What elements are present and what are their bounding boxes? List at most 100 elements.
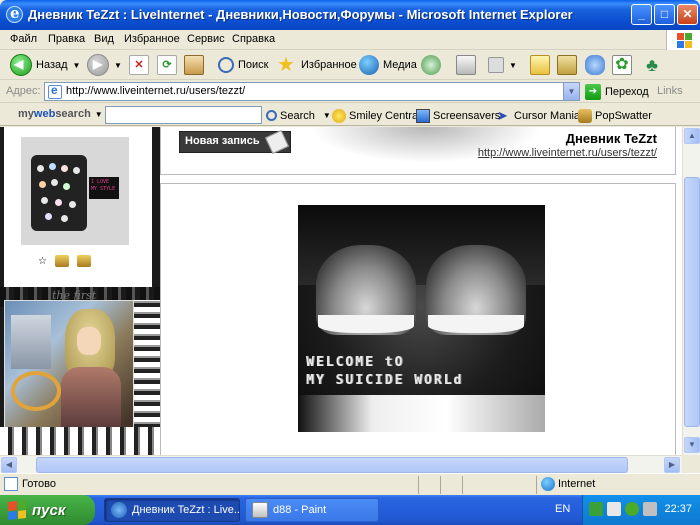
- back-arrow-icon: [10, 54, 32, 76]
- scrollbar-corner: [682, 455, 700, 473]
- icq-button[interactable]: ✿: [612, 53, 632, 77]
- print-button[interactable]: [456, 53, 476, 77]
- diary-title[interactable]: Дневник TeZzt: [566, 131, 657, 146]
- menu-edit[interactable]: Правка: [48, 33, 85, 45]
- refresh-button[interactable]: ⟳: [157, 53, 177, 77]
- menu-tools[interactable]: Сервис: [187, 33, 225, 45]
- screensavers-button[interactable]: Screensavers: [416, 107, 500, 124]
- history-icon: [421, 55, 441, 75]
- post-caption-line-2: MY SUICIDE WORLd: [306, 373, 464, 388]
- scroll-left-arrow-icon[interactable]: ◀: [1, 457, 17, 473]
- post-image: WELCOME tO MY SUICIDE WORLd: [298, 205, 545, 432]
- main-content: Новая запись Дневник TeZzt http://www.li…: [160, 127, 682, 455]
- chevron-down-icon[interactable]: ▼: [323, 111, 331, 120]
- clipboard-icon: [557, 55, 577, 75]
- history-button[interactable]: [421, 53, 441, 77]
- send-message-icon[interactable]: [54, 255, 69, 267]
- back-button[interactable]: Назад ▼: [10, 53, 80, 77]
- favorites-button[interactable]: ★ Избранное: [277, 53, 357, 77]
- chevron-down-icon[interactable]: ▼: [509, 61, 517, 70]
- menu-view[interactable]: Вид: [94, 33, 114, 45]
- taskbar-item-ie[interactable]: Дневник TeZzt : Live...: [104, 498, 240, 522]
- security-zone: Internet: [558, 478, 596, 490]
- edit-button[interactable]: ▼: [488, 53, 517, 77]
- start-button[interactable]: пуск: [0, 495, 95, 525]
- minimize-button[interactable]: _: [631, 4, 652, 25]
- smiley-central-button[interactable]: Smiley Central: [332, 107, 421, 124]
- diary-url-link[interactable]: http://www.liveinternet.ru/users/tezzt/: [478, 147, 657, 159]
- chevron-down-icon[interactable]: ▼: [114, 61, 122, 70]
- close-button[interactable]: ✕: [677, 4, 698, 25]
- ie-window: Дневник TeZzt : LiveInternet - Дневники,…: [0, 0, 700, 525]
- maximize-button[interactable]: □: [654, 4, 675, 25]
- menu-help[interactable]: Справка: [232, 33, 275, 45]
- home-button[interactable]: [184, 53, 204, 77]
- horizontal-scrollbar[interactable]: ◀ ▶: [0, 455, 682, 473]
- users-icon: ♣: [646, 55, 658, 75]
- globe-icon: [541, 477, 555, 491]
- chevron-down-icon[interactable]: ▼: [73, 61, 81, 70]
- page-icon: [4, 477, 18, 491]
- diary-header: Новая запись Дневник TeZzt http://www.li…: [160, 127, 676, 175]
- menu-favorites[interactable]: Избранное: [124, 33, 180, 45]
- search-input[interactable]: [105, 106, 262, 124]
- address-url[interactable]: http://www.liveinternet.ru/users/tezzt/: [66, 85, 245, 97]
- printer-icon: [456, 55, 476, 75]
- add-friend-icon[interactable]: [76, 255, 91, 267]
- anime-girl-image: [4, 300, 134, 430]
- profile-panel: I LOVE MY STYLE ☆: [4, 127, 152, 287]
- mywebsearch-logo[interactable]: mywebsearch ▼: [18, 108, 103, 120]
- messenger-button[interactable]: [585, 53, 605, 77]
- discuss-button[interactable]: [530, 53, 550, 77]
- forward-arrow-icon: [87, 54, 109, 76]
- system-tray: 22:37: [582, 495, 700, 525]
- cursor-mania-button[interactable]: ➤ Cursor Mania: [497, 107, 580, 124]
- horizontal-scroll-thumb[interactable]: [36, 457, 628, 473]
- note-icon: [530, 55, 550, 75]
- chevron-down-icon[interactable]: ▼: [563, 83, 579, 100]
- links-button[interactable]: Links: [657, 85, 683, 97]
- sidebar: I LOVE MY STYLE ☆ the first: [0, 127, 160, 455]
- users-button[interactable]: ♣: [642, 53, 662, 77]
- research-button[interactable]: [557, 53, 577, 77]
- menu-file[interactable]: Файл: [10, 33, 37, 45]
- address-label: Адрес:: [6, 85, 41, 97]
- go-arrow-icon: ➔: [585, 84, 601, 100]
- address-input[interactable]: http://www.liveinternet.ru/users/tezzt/ …: [44, 82, 580, 101]
- star-icon[interactable]: ☆: [38, 256, 47, 267]
- search-icon: [266, 110, 277, 121]
- vertical-scroll-thumb[interactable]: [684, 177, 700, 427]
- scroll-right-arrow-icon[interactable]: ▶: [664, 457, 680, 473]
- tray-network-icon[interactable]: [589, 502, 603, 516]
- taskbar-item-paint[interactable]: d88 - Paint: [245, 498, 379, 522]
- title-bar[interactable]: Дневник TeZzt : LiveInternet - Дневники,…: [0, 0, 700, 30]
- stop-button[interactable]: ✕: [129, 53, 149, 77]
- media-button[interactable]: Медиа: [359, 53, 417, 77]
- flower-icon: ✿: [612, 55, 632, 75]
- vertical-scrollbar[interactable]: ▲ ▼: [682, 127, 700, 455]
- new-post-button[interactable]: Новая запись: [179, 130, 291, 154]
- tray-speaker-icon[interactable]: [643, 502, 657, 516]
- language-indicator[interactable]: EN: [555, 503, 570, 515]
- clock[interactable]: 22:37: [664, 503, 692, 515]
- messenger-icon: [585, 55, 605, 75]
- forward-button[interactable]: ▼: [87, 53, 122, 77]
- scroll-down-arrow-icon[interactable]: ▼: [684, 437, 700, 453]
- page-viewport: I LOVE MY STYLE ☆ the first Новая запись…: [0, 127, 682, 455]
- scroll-up-arrow-icon[interactable]: ▲: [684, 128, 700, 144]
- search-submit-button[interactable]: Search ▼: [266, 107, 331, 124]
- stop-icon: ✕: [129, 55, 149, 75]
- profile-actions: ☆: [38, 255, 91, 267]
- mywebsearch-toolbar: mywebsearch ▼ Search ▼ Smiley Central Scr…: [0, 104, 700, 126]
- tray-app-icon[interactable]: [607, 502, 621, 516]
- ie-icon: [6, 4, 23, 23]
- cursor-icon: ➤: [497, 107, 508, 123]
- windows-logo-icon: [8, 500, 26, 520]
- user-avatar[interactable]: I LOVE MY STYLE: [21, 137, 129, 245]
- tray-icq-icon[interactable]: [625, 502, 639, 516]
- search-button[interactable]: Поиск: [218, 53, 268, 77]
- popswatter-button[interactable]: PopSwatter: [578, 107, 652, 124]
- media-icon: [359, 55, 379, 75]
- taskbar: пуск Дневник TeZzt : Live... d88 - Paint…: [0, 495, 700, 525]
- go-button[interactable]: ➔ Переход: [585, 83, 649, 101]
